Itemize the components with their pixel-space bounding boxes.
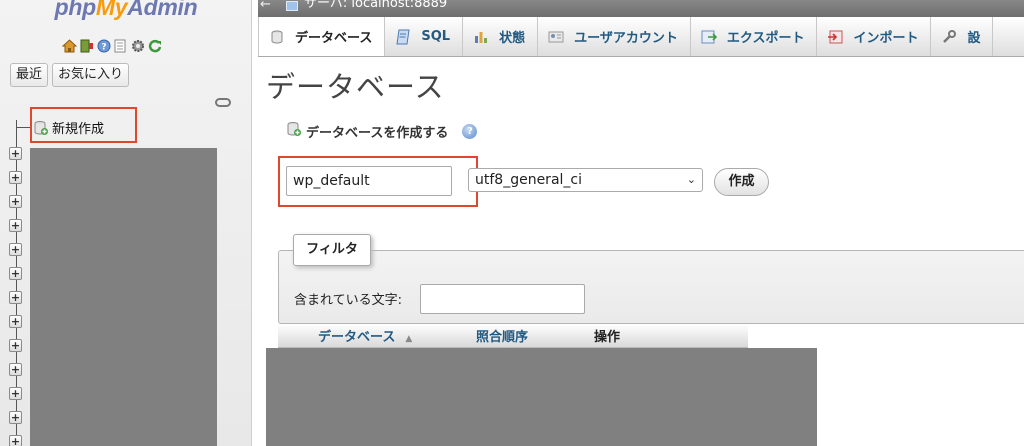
collation-select[interactable]: utf8_general_ci ⌄ bbox=[468, 168, 703, 192]
phpmyadmin-window: phpMyAdmin ? 最近 お気に入り 新規作成 + + + + + + +… bbox=[0, 0, 1024, 446]
logo-text-my: My bbox=[95, 0, 128, 20]
link-icon[interactable] bbox=[215, 98, 231, 107]
users-icon bbox=[548, 29, 564, 45]
database-icon bbox=[269, 29, 285, 45]
tree-expander[interactable]: + bbox=[9, 411, 22, 424]
filter-fieldset bbox=[278, 250, 1024, 324]
logo-text-php: php bbox=[54, 0, 97, 20]
logo-text-admin: Admin bbox=[127, 0, 198, 20]
exit-icon[interactable] bbox=[79, 38, 94, 53]
server-breadcrumb-link[interactable]: サーバ: localhost:8889 bbox=[304, 0, 447, 10]
column-header-label: データベース bbox=[318, 330, 396, 345]
filter-legend: フィルタ bbox=[293, 234, 371, 266]
collation-value: utf8_general_ci bbox=[475, 172, 582, 188]
export-icon bbox=[701, 29, 717, 45]
tree-expander[interactable]: + bbox=[9, 267, 22, 280]
help-icon[interactable]: ? bbox=[96, 38, 111, 53]
navigation-panel: phpMyAdmin ? 最近 お気に入り 新規作成 + + + + + + +… bbox=[0, 0, 252, 446]
chevron-down-icon: ⌄ bbox=[686, 173, 696, 186]
column-header-actions: 操作 bbox=[594, 330, 621, 345]
tab-export[interactable]: エクスポート bbox=[691, 17, 818, 56]
tab-label: 状態 bbox=[499, 31, 526, 46]
tab-settings[interactable]: 設 bbox=[931, 17, 994, 56]
highlight-box-new-database bbox=[30, 107, 137, 143]
filter-input[interactable] bbox=[420, 284, 585, 314]
phpmyadmin-logo[interactable]: phpMyAdmin bbox=[0, 0, 252, 21]
docs-icon[interactable] bbox=[113, 38, 128, 53]
page-title: データベース bbox=[266, 70, 445, 104]
database-table-header: データベース ▲ 照合順序 操作 bbox=[278, 324, 748, 348]
tree-expander[interactable]: + bbox=[9, 387, 22, 400]
tree-expander[interactable]: + bbox=[9, 339, 22, 352]
sort-ascending-icon: ▲ bbox=[405, 334, 413, 344]
nav-icon-bar: ? bbox=[62, 38, 162, 53]
recent-button[interactable]: 最近 bbox=[10, 63, 49, 87]
highlight-box-database-name bbox=[278, 156, 478, 207]
svg-text:?: ? bbox=[101, 42, 106, 52]
tree-expander[interactable]: + bbox=[9, 195, 22, 208]
import-icon bbox=[827, 29, 843, 45]
redacted-database-list bbox=[30, 148, 217, 446]
tab-label: 設 bbox=[967, 31, 981, 46]
new-database-icon bbox=[286, 121, 302, 141]
filter-label: 含まれている文字: bbox=[294, 293, 402, 308]
tab-label: SQL bbox=[421, 29, 451, 44]
tab-label: データベース bbox=[295, 31, 373, 46]
tab-label: ユーザアカウント bbox=[574, 31, 678, 46]
tab-label: エクスポート bbox=[726, 31, 805, 46]
tree-expander[interactable]: + bbox=[9, 219, 22, 232]
column-header-collation[interactable]: 照合順序 bbox=[476, 326, 528, 345]
favorites-button[interactable]: お気に入り bbox=[52, 63, 130, 87]
top-menu-tabs: データベース SQL 状態 ユーザアカウント エクスポート インポート 設 bbox=[258, 17, 1024, 57]
tab-status[interactable]: 状態 bbox=[463, 17, 539, 56]
tab-sql[interactable]: SQL bbox=[385, 17, 464, 56]
server-breadcrumb: ← サーバ: localhost:8889 bbox=[258, 0, 1024, 17]
tree-expander[interactable]: + bbox=[9, 243, 22, 256]
back-arrow-icon[interactable]: ← bbox=[260, 0, 271, 11]
status-icon bbox=[473, 29, 489, 45]
tab-label: インポート bbox=[853, 31, 919, 46]
main-content: ← サーバ: localhost:8889 データベース SQL 状態 ユーザア… bbox=[258, 0, 1024, 446]
sql-icon bbox=[395, 29, 411, 45]
column-header-database[interactable]: データベース ▲ bbox=[318, 326, 412, 345]
tab-user-accounts[interactable]: ユーザアカウント bbox=[538, 17, 691, 56]
redacted-database-table bbox=[266, 348, 817, 446]
home-icon[interactable] bbox=[62, 38, 77, 53]
tab-databases[interactable]: データベース bbox=[258, 17, 386, 56]
tree-expander[interactable]: + bbox=[9, 315, 22, 328]
settings-icon[interactable] bbox=[130, 38, 145, 53]
server-icon bbox=[286, 1, 298, 11]
create-heading-text: データベースを作成する bbox=[306, 125, 449, 141]
reload-icon[interactable] bbox=[147, 38, 162, 53]
tree-expander[interactable]: + bbox=[9, 147, 22, 160]
create-button[interactable]: 作成 bbox=[714, 168, 769, 196]
help-icon[interactable]: ? bbox=[462, 123, 478, 139]
tree-expander[interactable]: + bbox=[9, 363, 22, 376]
create-database-heading: データベースを作成する ? bbox=[286, 121, 478, 141]
tree-expander[interactable]: + bbox=[9, 171, 22, 184]
tree-expander[interactable]: + bbox=[9, 291, 22, 304]
tab-import[interactable]: インポート bbox=[817, 17, 932, 56]
tree-expander[interactable]: + bbox=[9, 435, 22, 446]
wrench-icon bbox=[941, 29, 957, 45]
